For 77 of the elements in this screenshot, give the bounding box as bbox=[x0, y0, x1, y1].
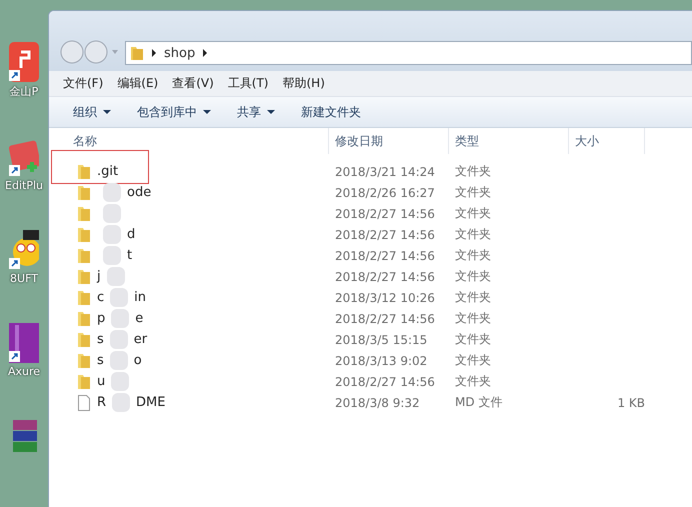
menu-item[interactable]: 工具(T) bbox=[228, 75, 268, 92]
table-cell-text: 文件夹 bbox=[454, 226, 492, 243]
desktop-icon-label: EditPlu bbox=[5, 179, 43, 192]
desktop-icon-label: 8UFT bbox=[10, 272, 38, 285]
table-cell-text: 1 KB bbox=[616, 396, 645, 410]
toolbar-button[interactable]: 组织 bbox=[73, 104, 111, 120]
file-name[interactable]: c bbox=[97, 290, 104, 305]
file-name[interactable]: s bbox=[97, 353, 104, 368]
folder-icon bbox=[77, 206, 91, 222]
file-name[interactable]: j bbox=[97, 269, 101, 284]
table-cell-text: MD 文件 bbox=[454, 394, 504, 411]
file-name[interactable]: e bbox=[135, 311, 144, 326]
folder-icon bbox=[77, 248, 91, 264]
table-cell-text: 文件夹 bbox=[454, 205, 492, 222]
table-cell-text: 2018/2/27 14:56 bbox=[334, 374, 436, 388]
file-name[interactable]: u bbox=[97, 374, 106, 389]
table-cell-text: 2018/2/26 16:27 bbox=[334, 186, 436, 200]
folder-icon bbox=[77, 164, 91, 180]
table-cell-text: 2018/3/13 9:02 bbox=[334, 354, 428, 368]
menu-item[interactable]: 查看(V) bbox=[172, 75, 214, 92]
column-header[interactable]: 修改日期 bbox=[329, 128, 449, 154]
table-cell-text: 文件夹 bbox=[454, 268, 492, 285]
table-cell-text: 2018/2/27 14:56 bbox=[334, 270, 436, 284]
column-header[interactable]: 类型 bbox=[449, 128, 569, 154]
folder-icon bbox=[77, 332, 91, 348]
folder-icon bbox=[77, 268, 91, 284]
toolbar-button[interactable]: 共享 bbox=[237, 104, 275, 120]
table-cell-text: 文件夹 bbox=[454, 289, 492, 306]
file-name[interactable]: in bbox=[134, 290, 146, 305]
file-name[interactable]: p bbox=[97, 311, 106, 326]
column-header[interactable]: 名称 bbox=[73, 128, 329, 154]
toolbar-button[interactable]: 包含到库中 bbox=[137, 104, 211, 120]
table-cell-text: 文件夹 bbox=[454, 247, 492, 264]
table-cell-text: 文件夹 bbox=[454, 163, 492, 180]
document-icon bbox=[77, 394, 91, 410]
folder-icon bbox=[77, 226, 91, 242]
file-name[interactable]: d bbox=[127, 227, 136, 242]
table-cell-text: 文件夹 bbox=[454, 310, 492, 327]
table-cell-text: 2018/2/27 14:56 bbox=[334, 248, 436, 262]
folder-icon bbox=[77, 184, 91, 200]
file-name[interactable]: t bbox=[127, 248, 132, 263]
table-cell-text: 2018/3/5 15:15 bbox=[334, 332, 428, 346]
file-name[interactable]: er bbox=[134, 332, 148, 347]
file-name[interactable]: .git bbox=[97, 164, 118, 179]
breadcrumb[interactable]: shop bbox=[164, 46, 196, 60]
app-icon[interactable] bbox=[9, 230, 39, 270]
file-name[interactable]: s bbox=[97, 332, 104, 347]
chevron-icon bbox=[203, 49, 208, 57]
folder-icon bbox=[77, 374, 91, 390]
folder-icon bbox=[130, 45, 144, 61]
table-cell-text: 2018/3/21 14:24 bbox=[334, 164, 436, 178]
menu-item[interactable]: 文件(F) bbox=[63, 75, 104, 92]
table-cell-text: 2018/3/8 9:32 bbox=[334, 396, 421, 410]
desktop-icon-label: 金山P bbox=[10, 84, 38, 99]
table-cell-text: 2018/2/27 14:56 bbox=[334, 206, 436, 220]
file-name[interactable]: o bbox=[134, 353, 142, 368]
file-name[interactable]: R bbox=[97, 395, 106, 410]
folder-icon bbox=[77, 290, 91, 306]
desktop-icon-label: Axure bbox=[8, 365, 40, 378]
address-bar[interactable]: shop bbox=[125, 41, 692, 65]
table-cell-text: 文件夹 bbox=[454, 184, 492, 201]
table-cell-text: 文件夹 bbox=[454, 331, 492, 348]
toolbar-button[interactable]: 新建文件夹 bbox=[301, 104, 361, 120]
folder-icon bbox=[77, 310, 91, 326]
column-header[interactable]: 大小 bbox=[569, 128, 645, 154]
menu-item[interactable]: 帮助(H) bbox=[282, 75, 325, 92]
table-cell-text: 文件夹 bbox=[454, 352, 492, 369]
file-name[interactable]: DME bbox=[136, 395, 166, 410]
table-cell-text: 文件夹 bbox=[454, 373, 492, 390]
folder-icon bbox=[77, 352, 91, 368]
file-name[interactable]: ode bbox=[127, 185, 152, 200]
table-cell-text: 2018/2/27 14:56 bbox=[334, 312, 436, 326]
chevron-icon bbox=[152, 49, 156, 57]
table-cell-text: 2018/3/12 10:26 bbox=[334, 290, 436, 304]
app-icon[interactable] bbox=[9, 323, 39, 363]
menu-item[interactable]: 编辑(E) bbox=[117, 75, 158, 92]
table-cell-text: 2018/2/27 14:56 bbox=[334, 228, 436, 242]
